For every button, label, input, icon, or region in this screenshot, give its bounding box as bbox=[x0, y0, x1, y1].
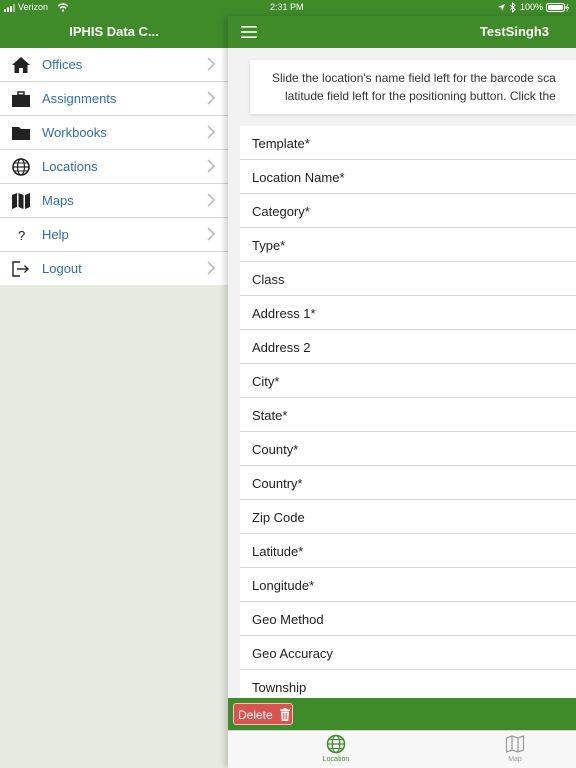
tab-map[interactable]: Map bbox=[485, 734, 545, 763]
status-bar-left: Verizon bbox=[0, 0, 228, 16]
field-label: Address 2 bbox=[252, 340, 311, 355]
sidebar-item-locations[interactable]: Locations bbox=[0, 150, 228, 184]
form-row-type[interactable]: Type* bbox=[240, 228, 576, 262]
field-label: Geo Method bbox=[252, 612, 324, 627]
sidebar-menu: Offices Assignments Workbooks Locations bbox=[0, 48, 228, 285]
form-row-location-name[interactable]: Location Name* bbox=[240, 160, 576, 194]
battery-charging-icon bbox=[546, 3, 570, 12]
instructions-card: Slide the location's name field left for… bbox=[250, 60, 576, 114]
home-icon bbox=[12, 57, 30, 73]
battery-percent: 100% bbox=[520, 2, 544, 12]
sidebar-item-label: Maps bbox=[42, 193, 74, 208]
delete-button[interactable]: Delete bbox=[233, 703, 293, 725]
field-label: Longitude* bbox=[252, 578, 315, 593]
chevron-right-icon bbox=[207, 125, 216, 139]
carrier-label: Verizon bbox=[18, 2, 49, 12]
tab-location[interactable]: Location bbox=[306, 734, 366, 763]
form-row-longitude[interactable]: Longitude* bbox=[240, 568, 576, 602]
bluetooth-icon bbox=[509, 2, 516, 13]
sidebar-title: IPHIS Data C... bbox=[69, 24, 159, 39]
status-time: 2:31 PM bbox=[270, 2, 304, 12]
tab-bar: Location Map bbox=[228, 730, 576, 768]
bottom-toolbar: Delete bbox=[228, 698, 576, 730]
form-row-template[interactable]: Template* bbox=[240, 126, 576, 160]
sidebar-item-label: Help bbox=[42, 227, 69, 242]
form-row-category[interactable]: Category* bbox=[240, 194, 576, 228]
form-row-zip-code[interactable]: Zip Code bbox=[240, 500, 576, 534]
sidebar-item-offices[interactable]: Offices bbox=[0, 48, 228, 82]
wifi-icon bbox=[57, 3, 69, 12]
sidebar-item-workbooks[interactable]: Workbooks bbox=[0, 116, 228, 150]
form-row-township[interactable]: Township bbox=[240, 670, 576, 698]
form-row-address-2[interactable]: Address 2 bbox=[240, 330, 576, 364]
sidebar-item-help[interactable]: ? Help bbox=[0, 218, 228, 252]
field-label: Class bbox=[252, 272, 285, 287]
trash-icon bbox=[280, 708, 290, 721]
chevron-right-icon bbox=[207, 91, 216, 105]
map-icon bbox=[505, 735, 525, 753]
field-label: Zip Code bbox=[252, 510, 305, 525]
field-label: Location Name* bbox=[252, 170, 345, 185]
field-label: City* bbox=[252, 374, 280, 389]
form-row-geo-accuracy[interactable]: Geo Accuracy bbox=[240, 636, 576, 670]
sidebar-item-label: Workbooks bbox=[42, 125, 107, 140]
hamburger-menu-icon[interactable] bbox=[241, 26, 257, 38]
folder-icon bbox=[12, 127, 30, 140]
status-bar-right: 2:31 PM 100% bbox=[228, 0, 576, 16]
field-label: County* bbox=[252, 442, 299, 457]
sidebar-item-label: Assignments bbox=[42, 91, 117, 106]
form-row-latitude[interactable]: Latitude* bbox=[240, 534, 576, 568]
sidebar-item-label: Offices bbox=[42, 57, 83, 72]
sidebar-item-label: Locations bbox=[42, 159, 98, 174]
form-row-class[interactable]: Class bbox=[240, 262, 576, 296]
sidebar-header: IPHIS Data C... bbox=[0, 16, 228, 48]
chevron-right-icon bbox=[207, 261, 216, 275]
chevron-right-icon bbox=[207, 159, 216, 173]
chevron-right-icon bbox=[207, 57, 216, 71]
sidebar-item-logout[interactable]: Logout bbox=[0, 252, 228, 285]
form-row-country[interactable]: Country* bbox=[240, 466, 576, 500]
field-label: State* bbox=[252, 408, 288, 423]
page-title: TestSingh3 bbox=[479, 24, 549, 39]
form-row-address-1[interactable]: Address 1* bbox=[240, 296, 576, 330]
signal-icon bbox=[4, 4, 15, 12]
globe-icon bbox=[326, 734, 346, 754]
instructions-line-2: latitude field left for the positioning … bbox=[285, 89, 556, 103]
briefcase-icon bbox=[12, 91, 30, 107]
chevron-right-icon bbox=[207, 193, 216, 207]
map-icon bbox=[12, 193, 30, 209]
form-row-geo-method[interactable]: Geo Method bbox=[240, 602, 576, 636]
field-label: Geo Accuracy bbox=[252, 646, 333, 661]
field-label: Country* bbox=[252, 476, 303, 491]
field-label: Township bbox=[252, 680, 307, 695]
logout-icon bbox=[12, 261, 29, 277]
question-icon: ? bbox=[18, 228, 25, 243]
chevron-right-icon bbox=[207, 227, 216, 241]
field-label: Latitude* bbox=[252, 544, 304, 559]
field-label: Address 1* bbox=[252, 306, 316, 321]
globe-icon bbox=[12, 158, 30, 176]
location-arrow-icon bbox=[498, 4, 505, 11]
tab-label: Map bbox=[508, 756, 522, 763]
form-row-county[interactable]: County* bbox=[240, 432, 576, 466]
sidebar-item-label: Logout bbox=[42, 261, 82, 276]
form-row-state[interactable]: State* bbox=[240, 398, 576, 432]
form-row-city[interactable]: City* bbox=[240, 364, 576, 398]
field-label: Template* bbox=[252, 136, 310, 151]
field-label: Type* bbox=[252, 238, 286, 253]
sidebar-item-assignments[interactable]: Assignments bbox=[0, 82, 228, 116]
delete-label: Delete bbox=[238, 708, 273, 722]
tab-label: Location bbox=[322, 756, 350, 763]
sidebar-item-maps[interactable]: Maps bbox=[0, 184, 228, 218]
location-form: Template* Location Name* Category* Type*… bbox=[240, 126, 576, 698]
main-header: TestSingh3 bbox=[228, 16, 576, 48]
instructions-line-1: Slide the location's name field left for… bbox=[272, 71, 556, 85]
field-label: Category* bbox=[252, 204, 310, 219]
svg-text:?: ? bbox=[18, 228, 25, 243]
